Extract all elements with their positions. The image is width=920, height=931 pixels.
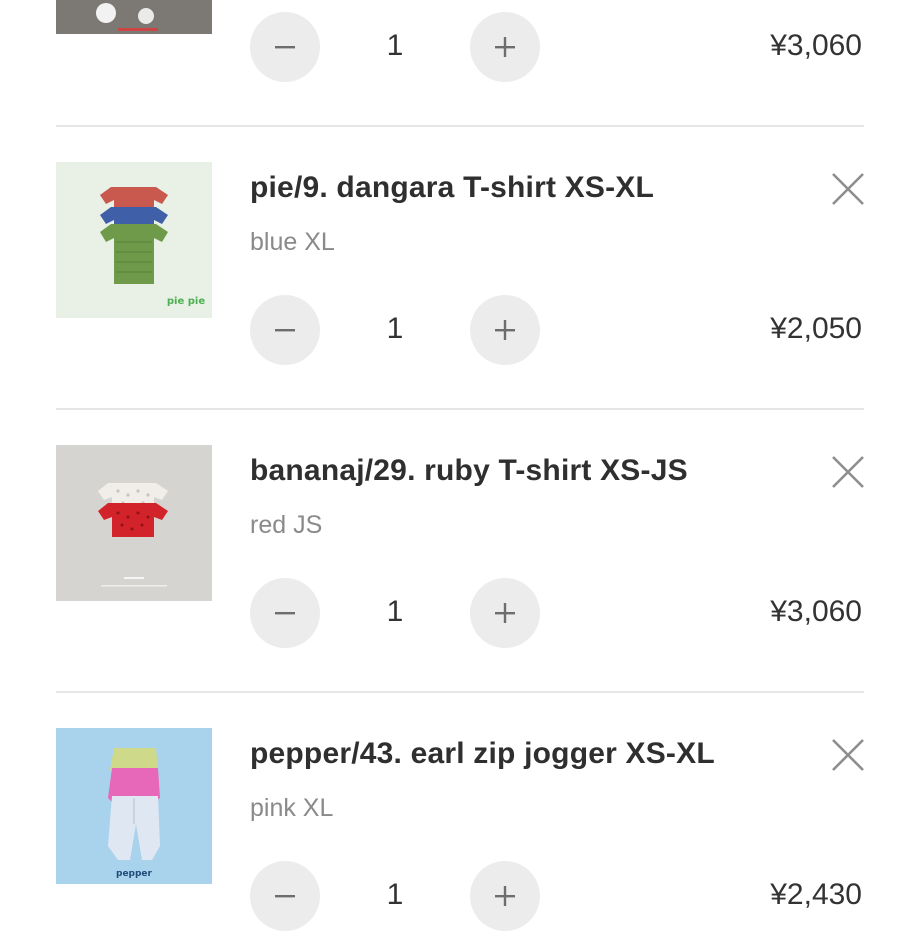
- close-icon: [832, 173, 864, 205]
- plus-icon: [495, 37, 515, 57]
- product-variant: red JS: [250, 511, 323, 539]
- product-thumbnail[interactable]: pie pie: [56, 162, 212, 318]
- minus-icon: [275, 46, 295, 49]
- product-thumbnail[interactable]: pepper: [56, 728, 212, 884]
- item-price: ¥3,060: [770, 29, 862, 62]
- product-variant: pink XL: [250, 794, 334, 822]
- product-title[interactable]: pepper/43. earl zip jogger XS-XL: [250, 737, 715, 771]
- product-image: pie pie: [56, 162, 212, 318]
- close-icon: [832, 456, 864, 488]
- quantity-value: 1: [386, 29, 404, 62]
- minus-icon: [275, 612, 295, 615]
- plus-icon: [495, 320, 515, 340]
- brand-mark: pie pie: [167, 296, 205, 307]
- cart-item-top: 1 ¥3,060: [0, 0, 920, 126]
- product-thumbnail[interactable]: [56, 445, 212, 601]
- item-price: ¥2,050: [770, 312, 862, 345]
- remove-item-button[interactable]: [828, 452, 868, 492]
- product-title[interactable]: bananaj/29. ruby T-shirt XS-JS: [250, 454, 688, 488]
- plus-icon: [495, 603, 515, 623]
- brand-mark: pepper: [116, 869, 153, 879]
- remove-item-button[interactable]: [828, 169, 868, 209]
- quantity-value: 1: [386, 878, 404, 911]
- remove-item-button[interactable]: [828, 735, 868, 775]
- product-image: [56, 445, 212, 601]
- product-image: pepper: [56, 728, 212, 884]
- increase-quantity-button[interactable]: [470, 861, 540, 931]
- product-image: [56, 0, 212, 34]
- product-variant: blue XL: [250, 228, 335, 256]
- product-thumbnail[interactable]: [56, 0, 212, 34]
- item-price: ¥3,060: [770, 595, 862, 628]
- plus-icon: [495, 886, 515, 906]
- quantity-value: 1: [386, 312, 404, 345]
- increase-quantity-button[interactable]: [470, 578, 540, 648]
- increase-quantity-button[interactable]: [470, 12, 540, 82]
- decrease-quantity-button[interactable]: [250, 578, 320, 648]
- decrease-quantity-button[interactable]: [250, 861, 320, 931]
- increase-quantity-button[interactable]: [470, 295, 540, 365]
- item-price: ¥2,430: [770, 878, 862, 911]
- decrease-quantity-button[interactable]: [250, 295, 320, 365]
- decrease-quantity-button[interactable]: [250, 12, 320, 82]
- minus-icon: [275, 895, 295, 898]
- minus-icon: [275, 329, 295, 332]
- quantity-value: 1: [386, 595, 404, 628]
- product-title[interactable]: pie/9. dangara T-shirt XS-XL: [250, 171, 654, 205]
- cart-item: pie pie pie/9. dangara T-shirt XS-XL blu…: [0, 127, 920, 409]
- cart-item: bananaj/29. ruby T-shirt XS-JS red JS 1 …: [0, 410, 920, 692]
- close-icon: [832, 739, 864, 771]
- cart-item: pepper pepper/43. earl zip jogger XS-XL …: [0, 693, 920, 931]
